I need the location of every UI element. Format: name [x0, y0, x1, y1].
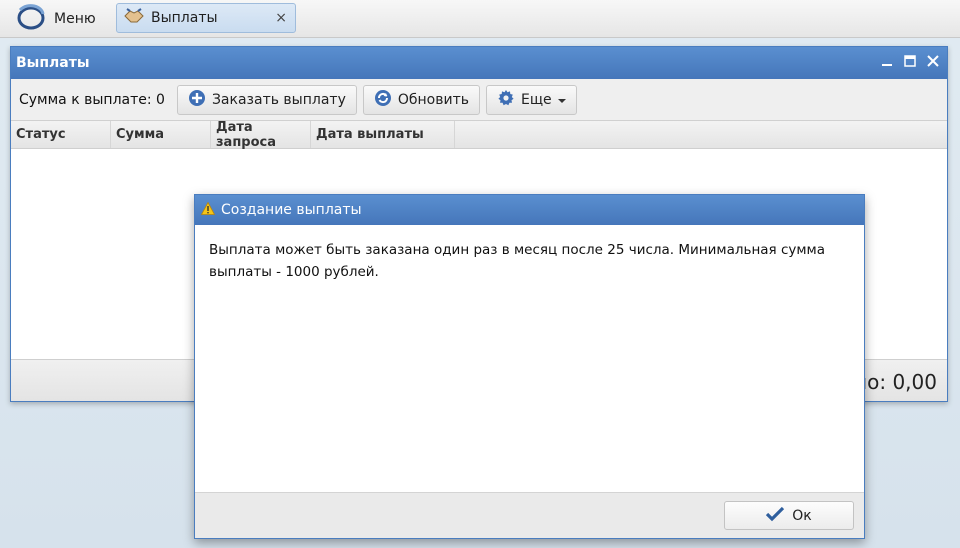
window-header: Выплаты: [11, 47, 947, 79]
ok-label: Ок: [792, 507, 812, 524]
column-payout-date[interactable]: Дата выплаты: [311, 121, 455, 148]
sum-to-pay-label: Сумма к выплате: 0: [19, 91, 165, 108]
create-payout-dialog: Создание выплаты Выплата может быть зака…: [194, 194, 865, 539]
refresh-label: Обновить: [397, 91, 469, 108]
menu-button[interactable]: Меню: [6, 3, 106, 34]
more-button[interactable]: Еще: [486, 84, 577, 115]
checkmark-icon: [766, 506, 785, 526]
tab-close-icon[interactable]: ×: [275, 10, 287, 26]
app-logo-icon: [16, 3, 46, 34]
refresh-icon: [374, 89, 392, 111]
dialog-title: Создание выплаты: [221, 202, 362, 218]
grid-header: Статус Сумма Дата запроса Дата выплаты: [11, 120, 947, 150]
minimize-icon[interactable]: [880, 54, 893, 68]
refresh-button[interactable]: Обновить: [362, 84, 480, 115]
column-sum[interactable]: Сумма: [111, 121, 211, 148]
tab-label: Выплаты: [151, 10, 218, 26]
plus-circle-icon: [188, 89, 206, 111]
handshake-icon: [123, 7, 145, 29]
warning-icon: [200, 201, 216, 219]
maximize-icon[interactable]: [903, 54, 916, 68]
chevron-down-icon: [557, 92, 566, 108]
close-icon[interactable]: [926, 54, 939, 68]
column-status[interactable]: Статус: [11, 121, 111, 148]
window-title: Выплаты: [16, 55, 90, 71]
column-request-date[interactable]: Дата запроса: [211, 120, 311, 150]
tab-payouts[interactable]: Выплаты ×: [116, 3, 296, 33]
dialog-footer: Ок: [195, 492, 864, 538]
dialog-header: Создание выплаты: [195, 195, 864, 225]
ok-button[interactable]: Ок: [724, 501, 854, 530]
toolbar: Сумма к выплате: 0 Заказать выплату Обно…: [11, 79, 947, 121]
order-payout-button[interactable]: Заказать выплату: [176, 84, 357, 115]
more-label: Еще: [521, 91, 552, 108]
top-bar: Меню Выплаты ×: [0, 0, 960, 38]
order-payout-label: Заказать выплату: [211, 91, 346, 108]
dialog-message: Выплата может быть заказана один раз в м…: [209, 242, 826, 280]
total-label: но: 0,00: [854, 370, 937, 394]
menu-label: Меню: [54, 10, 96, 27]
gear-icon: [497, 89, 515, 111]
